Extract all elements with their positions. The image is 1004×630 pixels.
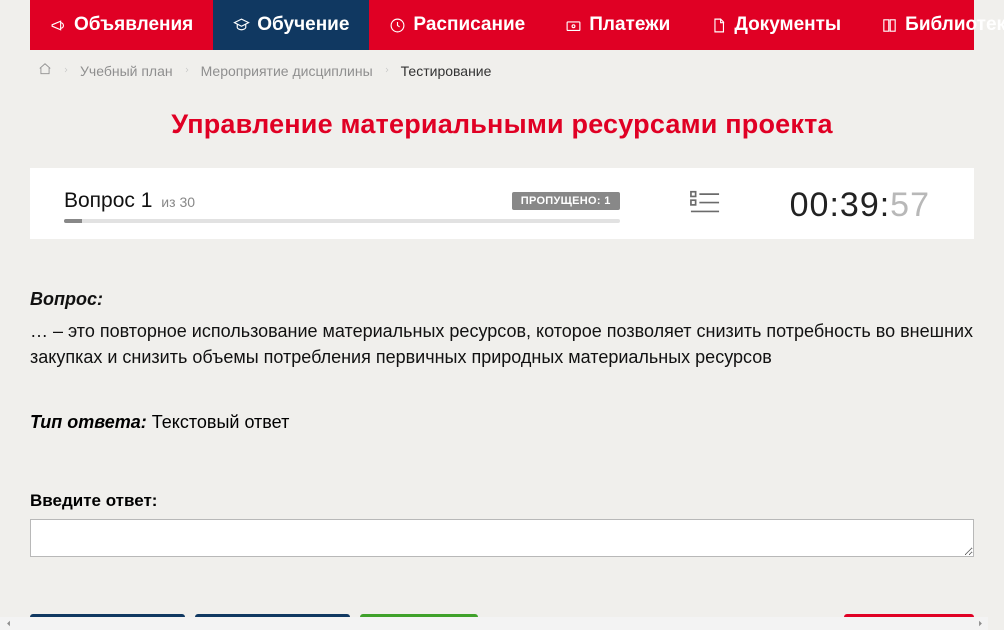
nav-documents[interactable]: Документы [690,0,861,50]
question-counter: Вопрос 1 из 30 [64,189,195,213]
nav-education[interactable]: Обучение [213,0,369,50]
question-text: … – это повторное использование материал… [30,318,974,370]
progress-card: Вопрос 1 из 30 ПРОПУЩЕНО: 1 00 [30,168,974,239]
book-icon [881,17,898,34]
main-nav: Объявления Обучение Расписание Платежи Д… [30,0,974,50]
nav-schedule[interactable]: Расписание [369,0,545,50]
answer-type-label: Тип ответа: [30,412,147,432]
answer-type-value: Текстовый ответ [152,412,290,432]
progress-column: Вопрос 1 из 30 ПРОПУЩЕНО: 1 [64,189,620,223]
question-of-prefix: из [161,194,175,210]
scroll-left-icon[interactable] [0,617,16,630]
timer-seconds: 57 [890,186,930,224]
nav-announcements[interactable]: Объявления [30,0,213,50]
timer-main: 00:39: [790,186,891,224]
progress-bar [64,219,620,223]
question-list-button[interactable] [650,189,760,222]
breadcrumb: Учебный план Мероприятие дисциплины Тест… [0,50,1004,91]
horizontal-scrollbar[interactable] [0,617,988,630]
payment-icon [565,17,582,34]
answer-input[interactable] [30,519,974,557]
answer-type-row: Тип ответа: Текстовый ответ [30,412,974,433]
scroll-right-icon[interactable] [972,617,988,630]
nav-item-label: Документы [734,14,841,36]
nav-payments[interactable]: Платежи [545,0,690,50]
nav-item-label: Платежи [589,14,670,36]
progress-fill [64,219,82,223]
skipped-badge: ПРОПУЩЕНО: 1 [512,192,620,210]
document-icon [710,17,727,34]
question-label-prefix: Вопрос [64,189,135,212]
chevron-right-icon [62,63,70,79]
breadcrumb-testing: Тестирование [401,63,492,79]
timer: 00:39:57 [790,186,940,225]
chevron-right-icon [183,63,191,79]
page-title: Управление материальными ресурсами проек… [30,109,974,140]
question-total: 30 [179,194,195,210]
scrollbar-track[interactable] [16,617,972,630]
clock-icon [389,17,406,34]
nav-item-label: Объявления [74,14,193,36]
grad-cap-icon [233,17,250,34]
question-heading: Вопрос: [30,289,974,310]
question-number: 1 [141,189,153,212]
megaphone-icon [50,17,67,34]
nav-item-label: Библиотека [905,14,1004,36]
home-icon[interactable] [38,62,52,79]
answer-input-label: Введите ответ: [30,491,974,511]
nav-item-label: Расписание [413,14,525,36]
nav-item-label: Обучение [257,14,349,36]
nav-library[interactable]: Библиотека [861,0,1004,50]
breadcrumb-curriculum[interactable]: Учебный план [80,63,173,79]
chevron-right-icon [383,63,391,79]
breadcrumb-event[interactable]: Мероприятие дисциплины [201,63,373,79]
